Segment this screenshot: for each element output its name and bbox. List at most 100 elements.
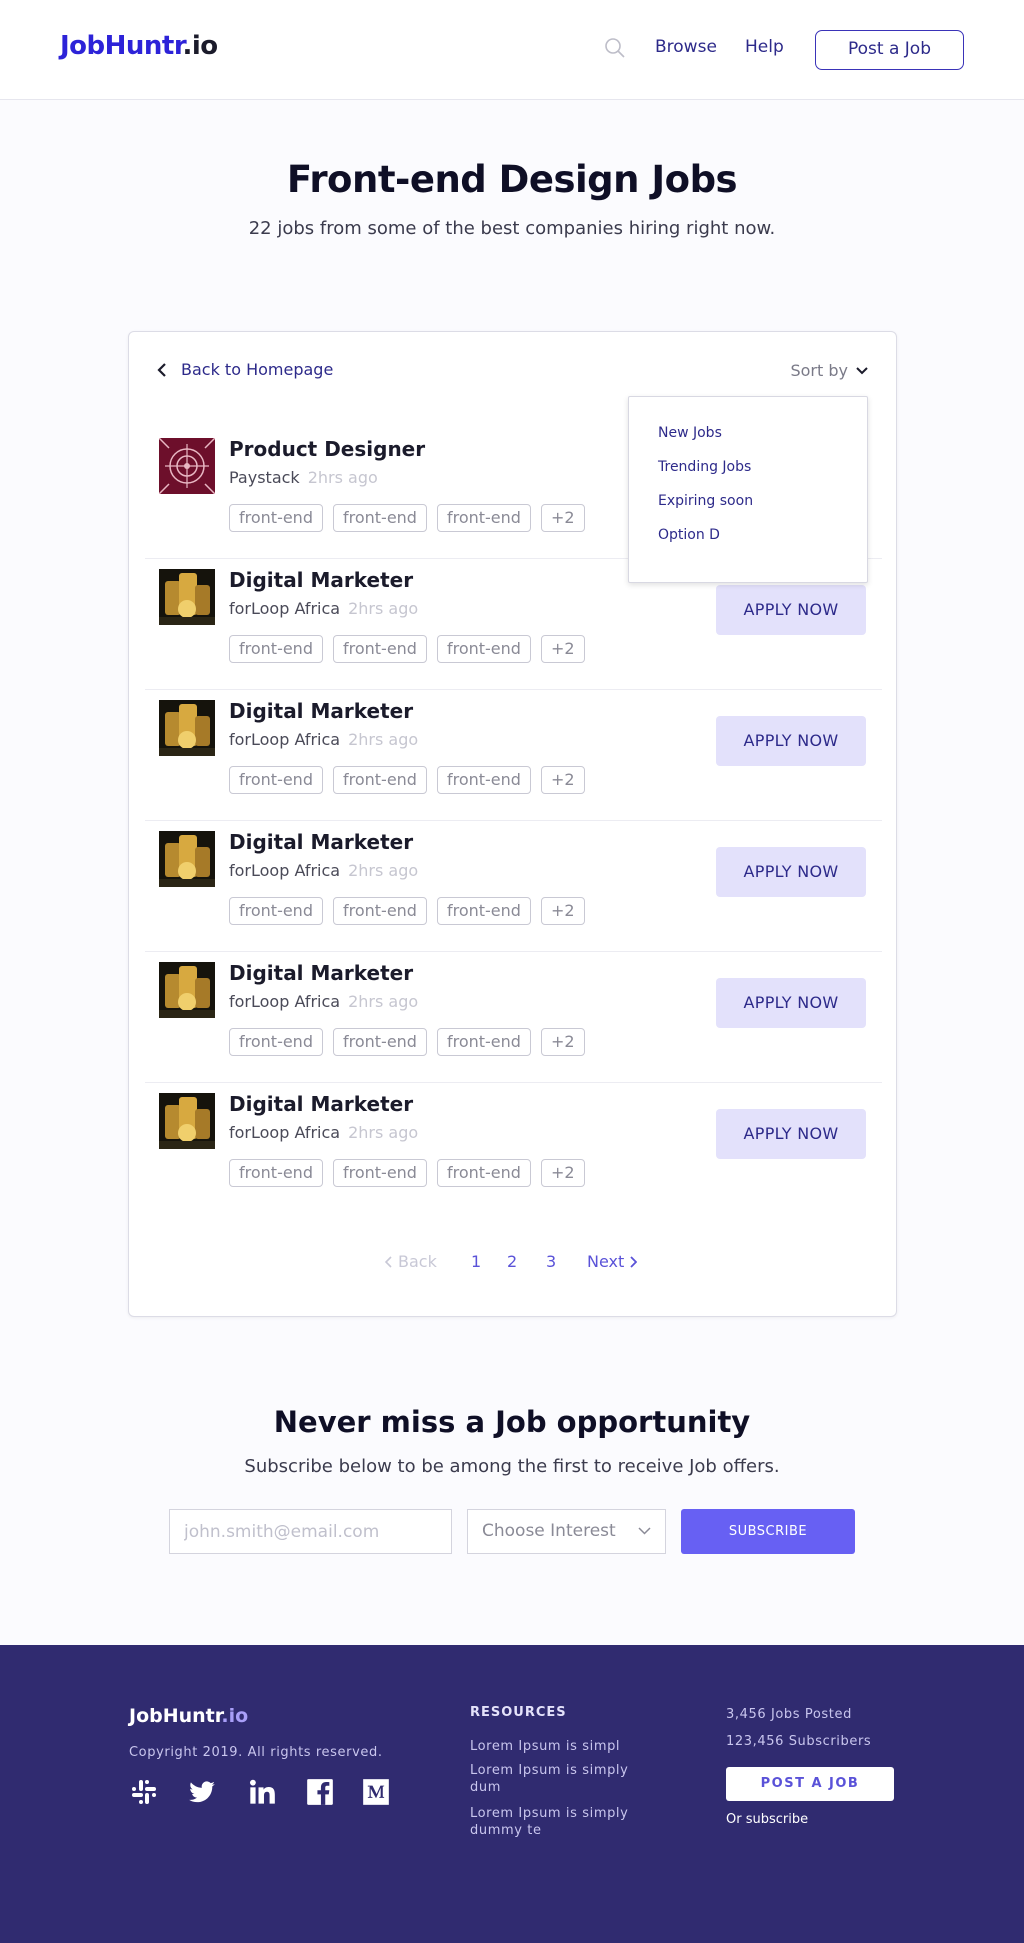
facebook-icon[interactable] bbox=[306, 1778, 334, 1806]
job-title[interactable]: Digital Marketer bbox=[229, 961, 413, 985]
linkedin-icon[interactable] bbox=[248, 1778, 276, 1806]
slack-icon[interactable] bbox=[130, 1778, 158, 1806]
forloop-logo bbox=[159, 962, 215, 1018]
job-tag-more[interactable]: +2 bbox=[540, 1028, 585, 1056]
logo-suffix: .io bbox=[182, 31, 218, 61]
resource-link[interactable]: Lorem Ipsum is simply dum bbox=[470, 1762, 660, 1796]
job-tag[interactable]: front-end bbox=[436, 504, 531, 532]
job-tag[interactable]: front-end bbox=[436, 635, 531, 663]
nav-help-link[interactable]: Help bbox=[745, 37, 784, 57]
back-link-label: Back to Homepage bbox=[181, 360, 334, 379]
apply-now-button[interactable]: APPLY NOW bbox=[716, 585, 866, 635]
job-listing-card: Back to Homepage Sort by Product Designe… bbox=[128, 331, 897, 1317]
apply-now-button[interactable]: APPLY NOW bbox=[716, 716, 866, 766]
job-tag[interactable]: front-end bbox=[229, 766, 323, 794]
sort-by-dropdown[interactable]: Sort by bbox=[790, 361, 868, 380]
job-tag-more[interactable]: +2 bbox=[540, 1159, 585, 1187]
posted-time: 2hrs ago bbox=[307, 468, 378, 487]
medium-icon[interactable] bbox=[362, 1778, 390, 1806]
job-tag[interactable]: front-end bbox=[436, 1159, 531, 1187]
pagination-next[interactable]: Next bbox=[587, 1252, 638, 1271]
jobs-posted-stat: 3,456 Jobs Posted bbox=[726, 1707, 852, 1722]
job-tags: front-end front-end front-end +2 bbox=[229, 635, 585, 663]
job-company: Paystack 2hrs ago bbox=[229, 468, 378, 487]
resources-title: RESOURCES bbox=[470, 1705, 567, 1720]
company-name: forLoop Africa bbox=[229, 1123, 341, 1142]
job-tag[interactable]: front-end bbox=[332, 635, 427, 663]
subscribe-button[interactable]: SUBSCRIBE bbox=[681, 1509, 855, 1554]
job-company: forLoop Africa 2hrs ago bbox=[229, 992, 418, 1011]
job-title[interactable]: Product Designer bbox=[229, 437, 425, 461]
job-tag[interactable]: front-end bbox=[332, 504, 427, 532]
sort-option-d[interactable]: Option D bbox=[658, 527, 720, 543]
footer-post-job-button[interactable]: POST A JOB bbox=[726, 1767, 894, 1801]
job-tag-more[interactable]: +2 bbox=[540, 504, 585, 532]
subscribers-stat: 123,456 Subscribers bbox=[726, 1734, 872, 1749]
job-title[interactable]: Digital Marketer bbox=[229, 699, 413, 723]
job-tag[interactable]: front-end bbox=[229, 504, 323, 532]
job-tag-more[interactable]: +2 bbox=[540, 897, 585, 925]
twitter-icon[interactable] bbox=[188, 1778, 216, 1806]
job-tag[interactable]: front-end bbox=[229, 897, 323, 925]
email-input[interactable] bbox=[169, 1509, 452, 1554]
pagination-page-2[interactable]: 2 bbox=[507, 1252, 517, 1271]
job-title[interactable]: Digital Marketer bbox=[229, 568, 413, 592]
job-title[interactable]: Digital Marketer bbox=[229, 830, 413, 854]
posted-time: 2hrs ago bbox=[348, 599, 419, 618]
job-tag[interactable]: front-end bbox=[436, 897, 531, 925]
pagination-page-1[interactable]: 1 bbox=[471, 1252, 481, 1271]
back-to-homepage-link[interactable]: Back to Homepage bbox=[157, 360, 333, 379]
apply-now-button[interactable]: APPLY NOW bbox=[716, 978, 866, 1028]
job-tag[interactable]: front-end bbox=[436, 766, 531, 794]
top-nav: JobHuntr.io Browse Help Post a Job bbox=[0, 0, 1024, 100]
footer-logo[interactable]: JobHuntr.io bbox=[129, 1705, 248, 1727]
subscribe-title: Never miss a Job opportunity bbox=[273, 1405, 751, 1439]
job-tag[interactable]: front-end bbox=[332, 897, 427, 925]
resource-link[interactable]: Lorem Ipsum is simply dummy te bbox=[470, 1805, 660, 1839]
page-title: Front-end Design Jobs bbox=[286, 158, 738, 201]
job-row[interactable]: Digital Marketer forLoop Africa 2hrs ago … bbox=[145, 821, 882, 952]
job-tag[interactable]: front-end bbox=[332, 1028, 427, 1056]
pagination-back[interactable]: Back bbox=[385, 1252, 437, 1271]
pagination-page-3[interactable]: 3 bbox=[546, 1252, 556, 1271]
job-company: forLoop Africa 2hrs ago bbox=[229, 730, 418, 749]
job-row[interactable]: Digital Marketer forLoop Africa 2hrs ago … bbox=[145, 690, 882, 821]
resource-link[interactable]: Lorem Ipsum is simpl bbox=[470, 1738, 660, 1755]
job-row[interactable]: Digital Marketer forLoop Africa 2hrs ago … bbox=[145, 1083, 882, 1214]
apply-now-button[interactable]: APPLY NOW bbox=[716, 847, 866, 897]
nav-browse-link[interactable]: Browse bbox=[655, 37, 717, 57]
pagination-back-label: Back bbox=[398, 1252, 437, 1271]
footer-logo-main: JobHuntr bbox=[129, 1705, 222, 1727]
pagination-next-label: Next bbox=[587, 1252, 625, 1271]
job-tag[interactable]: front-end bbox=[229, 1028, 323, 1056]
posted-time: 2hrs ago bbox=[348, 861, 419, 880]
forloop-logo bbox=[159, 700, 215, 756]
sort-option-expiring-soon[interactable]: Expiring soon bbox=[658, 493, 753, 509]
job-tag[interactable]: front-end bbox=[229, 635, 323, 663]
page-subtitle: 22 jobs from some of the best companies … bbox=[248, 218, 776, 239]
subscribe-subtitle: Subscribe below to be among the first to… bbox=[244, 1456, 780, 1477]
post-job-button[interactable]: Post a Job bbox=[815, 30, 964, 70]
job-tag[interactable]: front-end bbox=[229, 1159, 323, 1187]
chevron-down-icon bbox=[856, 366, 868, 374]
job-tag[interactable]: front-end bbox=[436, 1028, 531, 1056]
interest-select[interactable]: Choose Interest bbox=[467, 1509, 666, 1554]
sort-option-trending-jobs[interactable]: Trending Jobs bbox=[658, 459, 751, 475]
job-company: forLoop Africa 2hrs ago bbox=[229, 599, 418, 618]
job-tag-more[interactable]: +2 bbox=[540, 635, 585, 663]
job-title[interactable]: Digital Marketer bbox=[229, 1092, 413, 1116]
or-subscribe-link[interactable]: Or subscribe bbox=[726, 1812, 808, 1827]
logo-main: JobHuntr bbox=[60, 31, 183, 61]
job-tag-more[interactable]: +2 bbox=[540, 766, 585, 794]
chevron-down-icon bbox=[638, 1527, 651, 1535]
logo[interactable]: JobHuntr.io bbox=[60, 31, 218, 61]
apply-now-button[interactable]: APPLY NOW bbox=[716, 1109, 866, 1159]
search-icon[interactable] bbox=[603, 36, 627, 60]
sort-option-new-jobs[interactable]: New Jobs bbox=[658, 425, 722, 441]
job-company: forLoop Africa 2hrs ago bbox=[229, 1123, 418, 1142]
job-tag[interactable]: front-end bbox=[332, 766, 427, 794]
job-tag[interactable]: front-end bbox=[332, 1159, 427, 1187]
copyright: Copyright 2019. All rights reserved. bbox=[129, 1745, 383, 1760]
job-tags: front-end front-end front-end +2 bbox=[229, 897, 585, 925]
job-row[interactable]: Digital Marketer forLoop Africa 2hrs ago … bbox=[145, 952, 882, 1083]
